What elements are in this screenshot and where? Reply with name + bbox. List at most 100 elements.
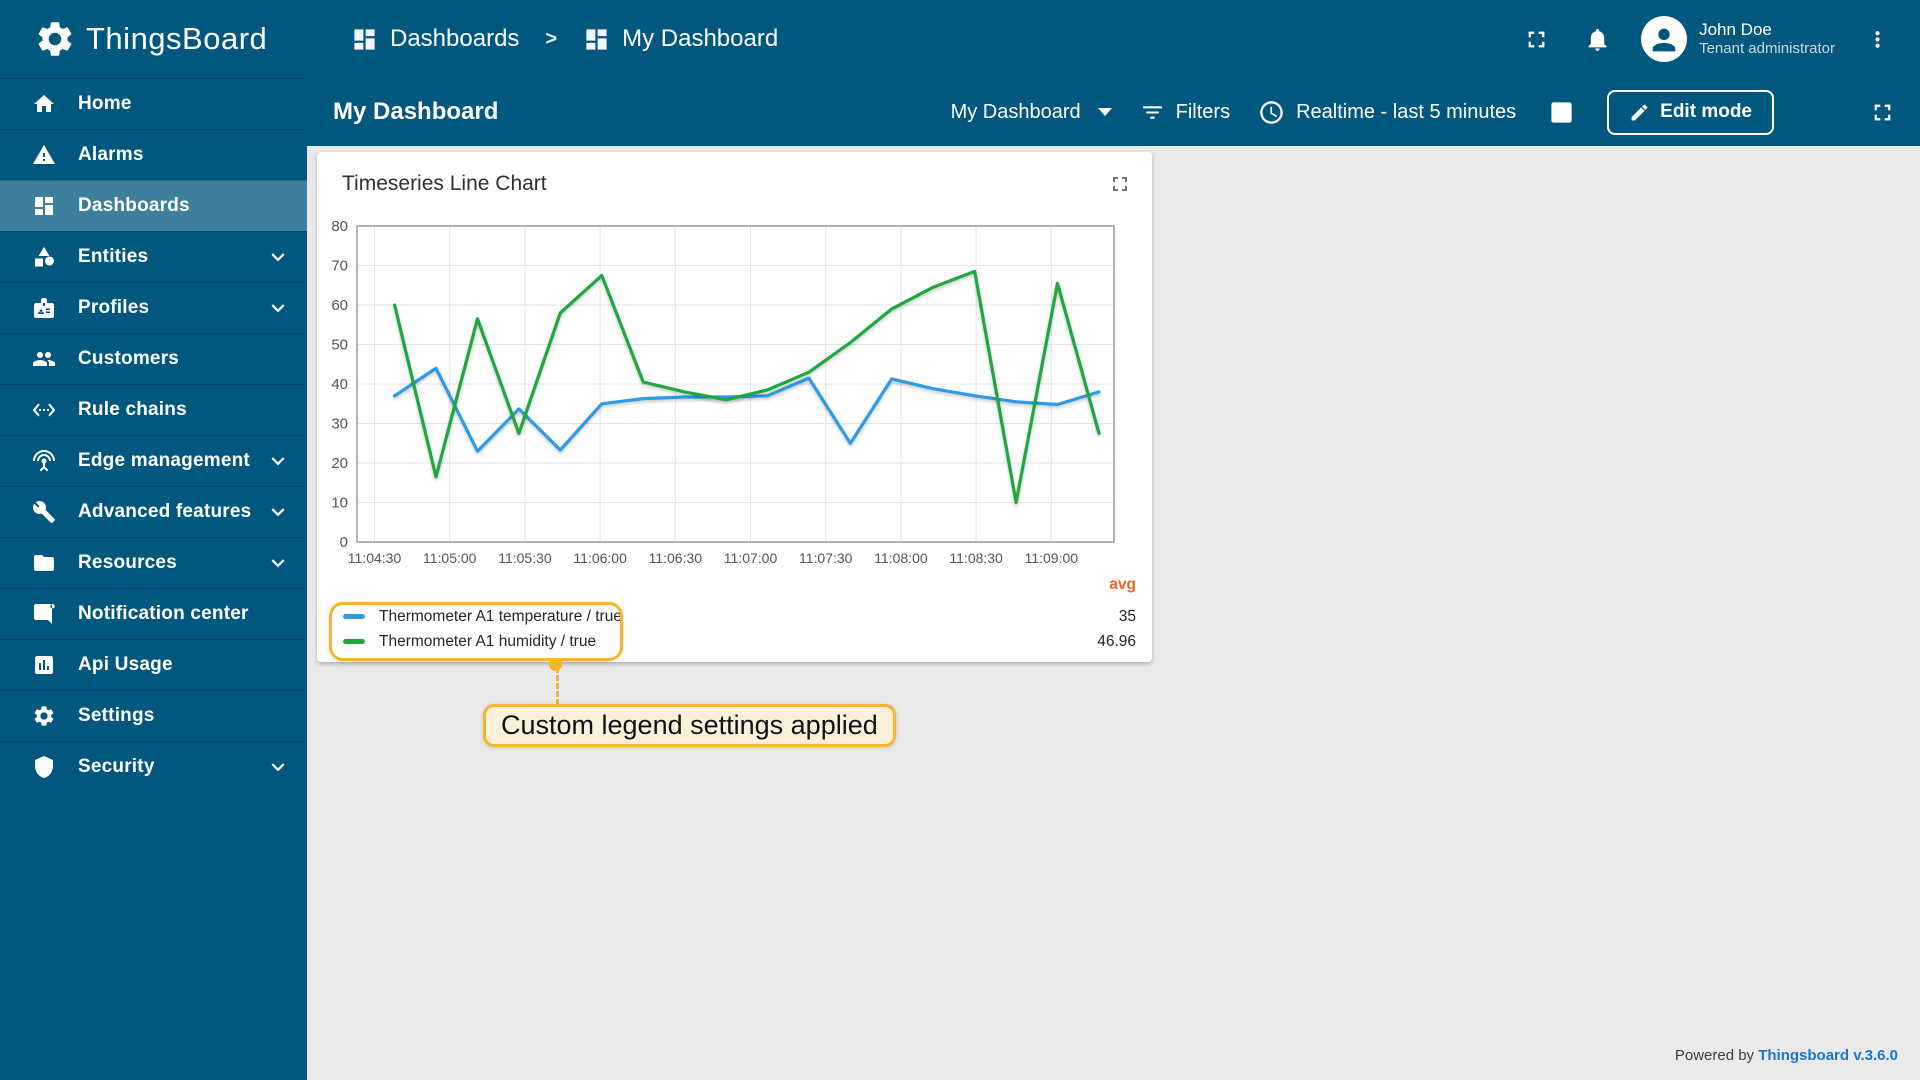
- breadcrumb: Dashboards > My Dashboard: [351, 25, 778, 53]
- dashboard-toolbar: My Dashboard My Dashboard Filters Realti…: [307, 78, 1920, 146]
- legend-item[interactable]: Thermometer A1 temperature / true: [343, 604, 622, 629]
- svg-text:80: 80: [331, 218, 348, 235]
- svg-text:0: 0: [340, 534, 348, 551]
- top-bar-actions: John Doe Tenant administrator: [1519, 0, 1894, 78]
- svg-text:11:09:00: 11:09:00: [1025, 550, 1079, 566]
- timeseries-widget: Timeseries Line Chart 0 10 20 30 40 50 60 70 80 1…: [317, 152, 1152, 671]
- thingsboard-logo-icon: [38, 22, 72, 56]
- legend-swatch: [343, 614, 365, 619]
- sidebar-item-customers[interactable]: Customers: [0, 333, 307, 384]
- message-icon: [34, 604, 55, 624]
- sidebar-item-notification-center[interactable]: Notification center: [0, 588, 307, 639]
- sidebar-item-settings[interactable]: Settings: [0, 690, 307, 741]
- timeseries-chart-svg: 0 10 20 30 40 50 60 70 80 11:04:30 11:05:00 11:05:3…: [331, 218, 1115, 566]
- sidebar-nav: Home Alarms Dashboards Entities Profiles Cust…: [0, 78, 307, 1080]
- svg-text:70: 70: [331, 258, 348, 275]
- chevron-down-icon: [1097, 108, 1112, 116]
- warning-icon: [33, 145, 55, 164]
- sidebar-item-home[interactable]: Home: [0, 78, 307, 129]
- svg-text:11:08:30: 11:08:30: [949, 550, 1003, 566]
- sidebar-item-advanced-features[interactable]: Advanced features: [0, 486, 307, 537]
- filter-icon: [1142, 105, 1162, 119]
- filters-button[interactable]: Filters: [1140, 100, 1230, 125]
- badge-icon: [34, 298, 54, 318]
- footer-version-link[interactable]: Thingsboard v.3.6.0: [1758, 1047, 1898, 1064]
- legend-avg-values: 35 46.96: [1097, 604, 1136, 654]
- clock-icon: [1260, 100, 1283, 124]
- breadcrumb-separator: >: [545, 27, 558, 50]
- svg-text:11:08:00: 11:08:00: [874, 550, 928, 566]
- breadcrumb-my-dashboard[interactable]: My Dashboard: [583, 25, 778, 53]
- sidebar-item-dashboards[interactable]: Dashboards: [0, 180, 307, 231]
- ethernet-icon: [32, 403, 56, 417]
- pencil-icon: [1631, 104, 1648, 120]
- fullscreen-icon: [1113, 177, 1127, 191]
- fullscreen-icon: [1874, 104, 1891, 120]
- svg-text:11:07:30: 11:07:30: [799, 550, 853, 566]
- chevron-down-icon: [271, 559, 285, 568]
- sidebar-item-edge-management[interactable]: Edge management: [0, 435, 307, 486]
- group-icon: [33, 352, 55, 366]
- notifications-button[interactable]: [1580, 22, 1615, 57]
- callout-dashed-line: [556, 667, 559, 705]
- tools-icon: [32, 501, 55, 523]
- legend-avg-header: avg: [1109, 576, 1136, 593]
- svg-text:30: 30: [331, 416, 348, 433]
- sidebar-item-api-usage[interactable]: Api Usage: [0, 639, 307, 690]
- annotation-callout: Custom legend settings applied: [483, 704, 896, 747]
- svg-text:11:06:00: 11:06:00: [573, 550, 627, 566]
- chevron-down-icon: [271, 763, 285, 772]
- user-role: Tenant administrator: [1699, 40, 1835, 58]
- svg-text:11:07:00: 11:07:00: [724, 550, 778, 566]
- legend-avg-value: 35: [1118, 607, 1136, 625]
- more-menu-button[interactable]: [1861, 23, 1894, 56]
- svg-text:40: 40: [331, 376, 348, 393]
- dashboard-image-button[interactable]: [1544, 95, 1579, 130]
- thingsboard-app: ThingsBoard Dashboards > My Dashboard Jo…: [0, 0, 1920, 1080]
- thingsboard-logo[interactable]: ThingsBoard: [0, 18, 307, 60]
- avatar: [1641, 16, 1688, 62]
- export-dashboard-button[interactable]: [1802, 95, 1837, 130]
- user-menu[interactable]: John Doe Tenant administrator: [1641, 16, 1835, 62]
- svg-text:11:04:30: 11:04:30: [348, 550, 402, 566]
- dashboard-icon: [586, 28, 607, 50]
- sidebar-item-resources[interactable]: Resources: [0, 537, 307, 588]
- sidebar-item-alarms[interactable]: Alarms: [0, 129, 307, 180]
- breadcrumb-dashboards[interactable]: Dashboards: [351, 25, 519, 53]
- page-title: My Dashboard: [333, 98, 499, 125]
- svg-text:11:05:30: 11:05:30: [498, 550, 552, 566]
- top-bar: ThingsBoard Dashboards > My Dashboard Jo…: [0, 0, 1920, 78]
- legend-swatch: [343, 639, 365, 644]
- image-icon: [1551, 101, 1572, 123]
- footer-powered-by: Powered by: [1674, 1047, 1759, 1064]
- toolbar-fullscreen-button[interactable]: [1865, 95, 1900, 130]
- dashboard-icon: [354, 28, 375, 50]
- svg-text:60: 60: [331, 297, 348, 314]
- dashboard-icon: [35, 197, 53, 215]
- sidebar-item-profiles[interactable]: Profiles: [0, 282, 307, 333]
- antenna-icon: [33, 450, 55, 472]
- timewindow-button[interactable]: Realtime - last 5 minutes: [1258, 99, 1516, 126]
- gear-icon: [34, 706, 54, 726]
- person-icon: [1652, 28, 1676, 52]
- svg-text:50: 50: [331, 337, 348, 354]
- legend-label: Thermometer A1 humidity / true: [379, 632, 597, 650]
- download-icon: [1806, 99, 1833, 126]
- dashboard-content: Timeseries Line Chart 0 10 20 30 40 50 60 70 80 1…: [307, 146, 1920, 1080]
- chevron-down-icon: [271, 304, 285, 313]
- widget-fullscreen-button[interactable]: [1106, 170, 1134, 201]
- legend-item[interactable]: Thermometer A1 humidity / true: [343, 629, 622, 654]
- dashboard-select[interactable]: My Dashboard: [951, 101, 1112, 124]
- bell-icon: [1588, 28, 1607, 51]
- widget-title: Timeseries Line Chart: [342, 172, 547, 195]
- chevron-down-icon: [271, 508, 285, 517]
- edit-mode-button[interactable]: Edit mode: [1607, 89, 1774, 135]
- sidebar-item-entities[interactable]: Entities: [0, 231, 307, 282]
- sidebar-item-security[interactable]: Security: [0, 741, 307, 792]
- footer: Powered by Thingsboard v.3.6.0: [1675, 1047, 1898, 1064]
- fullscreen-button[interactable]: [1519, 22, 1554, 57]
- category-icon: [35, 247, 54, 267]
- svg-text:11:05:00: 11:05:00: [423, 550, 477, 566]
- app-name: ThingsBoard: [86, 21, 268, 56]
- sidebar-item-rule-chains[interactable]: Rule chains: [0, 384, 307, 435]
